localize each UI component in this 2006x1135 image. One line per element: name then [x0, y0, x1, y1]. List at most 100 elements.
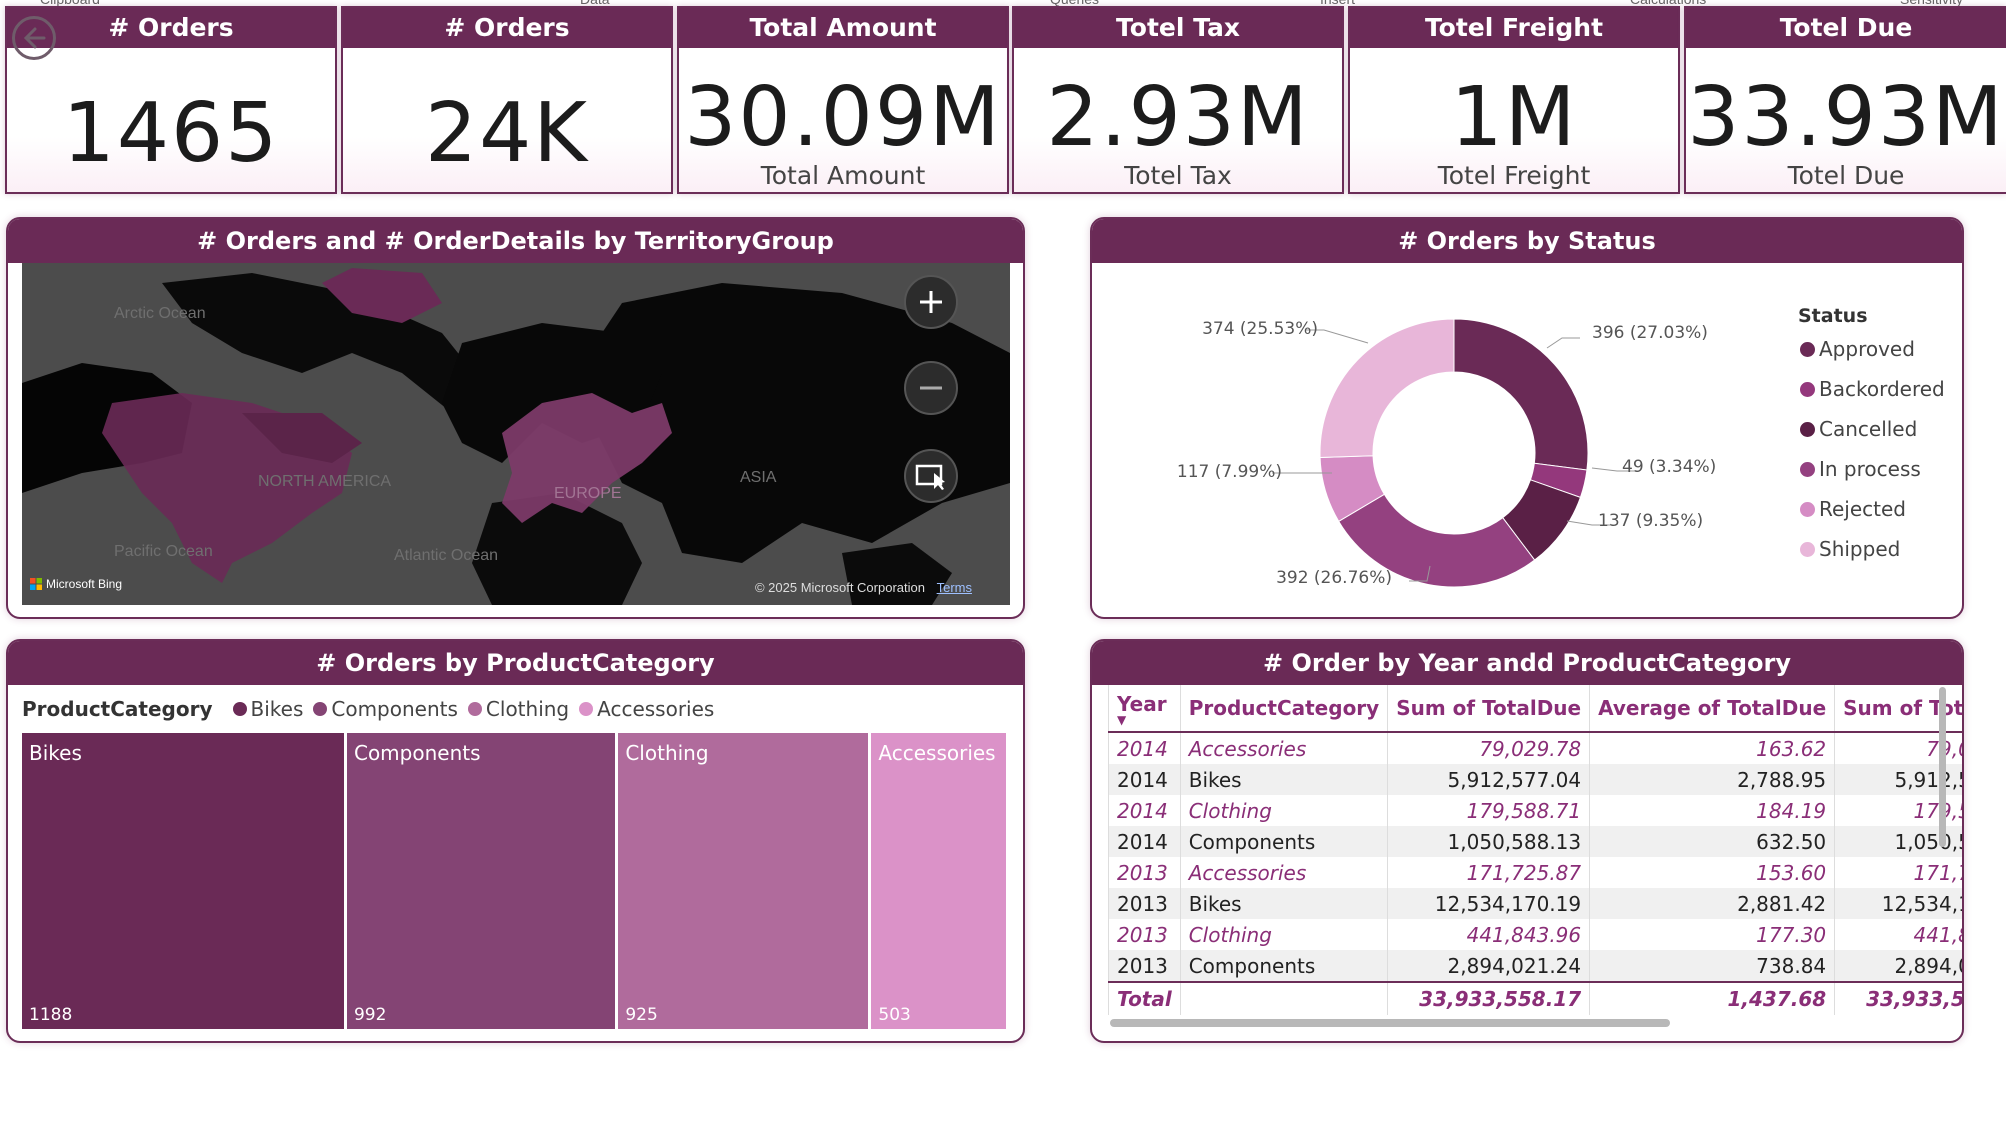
table-cell: 171,725.87: [1387, 857, 1590, 888]
treemap-cell-label: Bikes: [29, 741, 82, 765]
table-row[interactable]: 2013Accessories171,725.87153.60171,725.8…: [1108, 857, 1962, 888]
legend-item-approved[interactable]: Approved: [1800, 337, 1915, 361]
table-row[interactable]: 2014Clothing179,588.71184.19179,588.71: [1108, 795, 1962, 826]
table-cell: Accessories: [1179, 732, 1388, 764]
select-area-button[interactable]: [904, 449, 958, 503]
vertical-scrollbar[interactable]: [1939, 687, 1946, 847]
treemap-cell-bikes[interactable]: Bikes 1188: [22, 733, 344, 1029]
legend-item-rejected[interactable]: Rejected: [1800, 497, 1906, 521]
map-panel[interactable]: # Orders and # OrderDetails by Territory…: [6, 217, 1025, 619]
kpi-subtitle: Totel Due: [1787, 161, 1905, 190]
table-row[interactable]: 2013Bikes12,534,170.192,881.4212,534,170…: [1108, 888, 1962, 919]
legend-dot-icon: [1800, 541, 1815, 557]
back-arrow-icon: [23, 27, 46, 49]
table-cell: 79,029.78: [1387, 732, 1590, 764]
back-arrow-button[interactable]: [12, 16, 56, 60]
zoom-out-button[interactable]: [904, 361, 958, 415]
map-label-pacific: Pacific Ocean: [114, 543, 213, 560]
microsoft-logo-icon: [30, 578, 42, 590]
table-cell: 2,894,021.24: [1387, 950, 1590, 982]
table-total-row: Total 33,933,558.171,437.6833,933,558.17: [1108, 981, 1962, 1015]
legend-item-bikes[interactable]: Bikes: [251, 697, 304, 721]
donut-slice-shipped[interactable]: [1319, 318, 1455, 458]
treemap-cell-components[interactable]: Components 992: [346, 733, 616, 1029]
table-row[interactable]: 2014Bikes5,912,577.042,788.955,912,577.0…: [1108, 764, 1962, 795]
legend-item-components[interactable]: Components: [331, 697, 458, 721]
treemap-cell-label: Components: [353, 741, 481, 765]
legend-item-backordered[interactable]: Backordered: [1800, 377, 1945, 401]
total-cell: 1,437.68: [1589, 981, 1835, 1015]
bing-label: Microsoft Bing: [46, 577, 123, 591]
table-cell: 2013: [1108, 888, 1181, 919]
kpi-subtitle: Totel Freight: [1437, 161, 1591, 190]
treemap-cell-value: 1188: [29, 1005, 73, 1025]
legend-item-clothing[interactable]: Clothing: [486, 697, 569, 721]
column-header-avg-totaldue[interactable]: Average of TotalDue: [1589, 685, 1835, 733]
column-header-product-category[interactable]: ProductCategory: [1179, 685, 1388, 733]
zoom-in-button[interactable]: [904, 275, 958, 329]
legend-item-in-process[interactable]: In process: [1800, 457, 1921, 481]
map-label-arctic: Arctic Ocean: [114, 305, 206, 322]
kpi-value: 30.09M: [684, 70, 1002, 165]
legend-dot-icon: [313, 702, 328, 716]
table-cell: 1,050,588.13: [1387, 826, 1590, 857]
treemap-cell-clothing[interactable]: Clothing 925: [618, 733, 869, 1029]
table-cell: Clothing: [1179, 919, 1388, 950]
treemap-cell-accessories[interactable]: Accessories 503: [871, 733, 1006, 1029]
kpi-card-total-amount[interactable]: Total Amount 30.09M Total Amount: [677, 6, 1009, 194]
copyright-text: © 2025 Microsoft Corporation: [754, 580, 925, 595]
table-cell: 632.50: [1589, 826, 1835, 857]
legend-item-cancelled[interactable]: Cancelled: [1800, 417, 1917, 441]
sort-desc-icon: ▼: [1117, 713, 1127, 727]
kpi-subtitle: Totel Tax: [1124, 161, 1232, 190]
map-label-atlantic: Atlantic Ocean: [394, 547, 499, 564]
legend-dot-icon: [1800, 461, 1815, 477]
map-title: # Orders and # OrderDetails by Territory…: [8, 219, 1023, 263]
matrix-title: # Order by Year andd ProductCategory: [1092, 641, 1962, 685]
legend-dot-icon: [1800, 381, 1815, 397]
table-cell: 441,843.96: [1834, 919, 1962, 950]
kpi-value: 33.93M: [1687, 70, 2005, 165]
kpi-value: 2.93M: [1046, 70, 1310, 165]
world-map[interactable]: Arctic Ocean NORTH AMERICA EUROPE ASIA P…: [22, 263, 1010, 605]
matrix-panel[interactable]: # Order by Year andd ProductCategory Yea…: [1090, 639, 1964, 1043]
table-row[interactable]: 2013Components2,894,021.24738.842,894,02…: [1108, 950, 1962, 982]
table-cell: 12,534,170.19: [1834, 888, 1962, 919]
map-label-north-america: NORTH AMERICA: [258, 473, 392, 490]
plus-icon: [920, 291, 942, 313]
column-header-sum-totaldue[interactable]: Sum of TotalDue: [1387, 685, 1590, 733]
horizontal-scrollbar[interactable]: [1110, 1019, 1670, 1027]
kpi-card-order-details[interactable]: # Orders 24K: [341, 6, 673, 194]
legend-item-accessories[interactable]: Accessories: [597, 697, 714, 721]
table-row[interactable]: 2013Clothing441,843.96177.30441,843.96: [1108, 919, 1962, 950]
treemap-cell-value: 992: [353, 1005, 387, 1025]
table-cell: 163.62: [1589, 732, 1835, 764]
data-label: 374 (25.53%): [1202, 319, 1318, 339]
total-cell: 33,933,558.17: [1834, 981, 1962, 1015]
kpi-card-total-due[interactable]: Totel Due 33.93M Totel Due: [1684, 6, 2006, 194]
kpi-card-total-freight[interactable]: Totel Freight 1M Totel Freight: [1348, 6, 1680, 194]
category-chart-panel[interactable]: # Orders by ProductCategory ProductCateg…: [6, 639, 1025, 1043]
legend-item-shipped[interactable]: Shipped: [1800, 537, 1900, 561]
treemap-cell-label: Accessories: [878, 741, 996, 765]
legend-label: Approved: [1819, 337, 1915, 361]
order-matrix-table[interactable]: Year ▼ ProductCategory Sum of TotalDue A…: [1108, 685, 1962, 1015]
map-label-asia: ASIA: [740, 469, 777, 486]
kpi-title: Totel Freight: [1350, 8, 1678, 48]
table-row[interactable]: 2014Components1,050,588.13632.501,050,58…: [1108, 826, 1962, 857]
column-header-year[interactable]: Year ▼: [1108, 685, 1181, 733]
donut-slice-approved[interactable]: [1453, 318, 1589, 471]
kpi-title: Totel Due: [1686, 8, 2006, 48]
kpi-title: Total Amount: [679, 8, 1007, 48]
legend-dot-icon: [232, 702, 247, 716]
table-row[interactable]: 2014Accessories79,029.78163.6279,029.78: [1108, 732, 1962, 764]
total-cell: Total: [1108, 981, 1181, 1015]
table-cell: 12,534,170.19: [1387, 888, 1590, 919]
terms-link[interactable]: Terms: [937, 580, 972, 595]
status-chart-panel[interactable]: # Orders by Status 396 (27.03%) 49 (3.34%…: [1090, 217, 1964, 619]
table-cell: 184.19: [1589, 795, 1835, 826]
table-cell: 2,788.95: [1589, 764, 1835, 795]
table-cell: Bikes: [1179, 888, 1388, 919]
kpi-card-total-tax[interactable]: Totel Tax 2.93M Totel Tax: [1012, 6, 1344, 194]
kpi-value: 1465: [62, 86, 280, 181]
